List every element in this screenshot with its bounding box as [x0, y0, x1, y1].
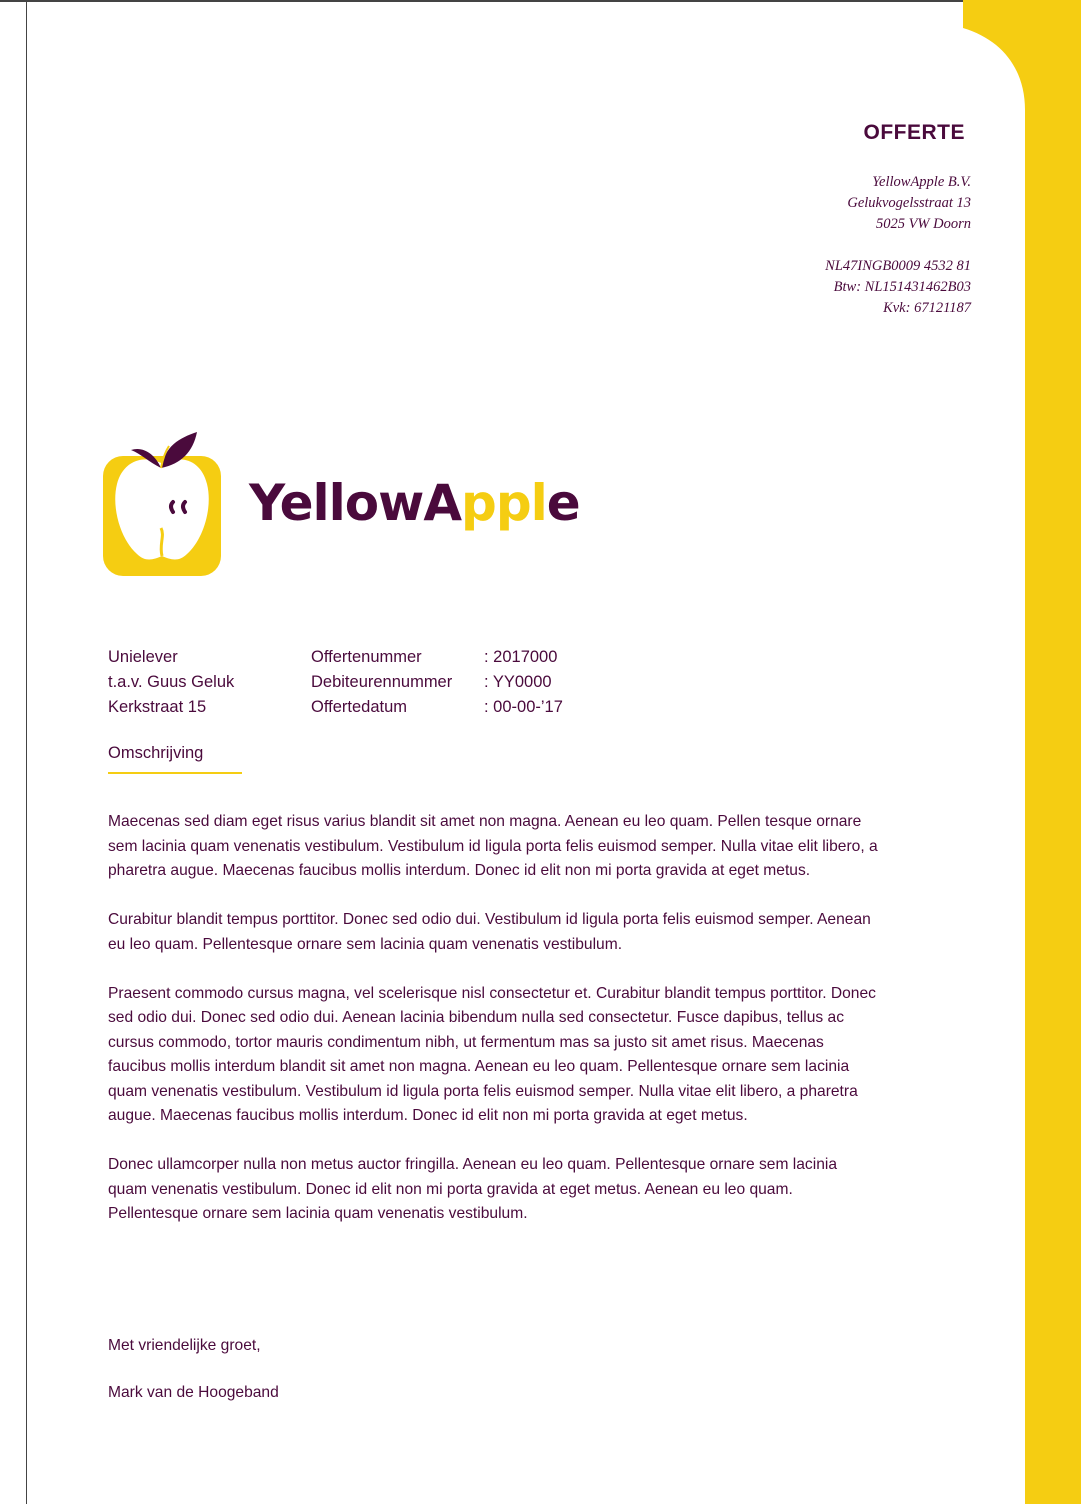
meta-label: Debiteurennummer [311, 673, 453, 691]
company-btw: Btw: NL151431462B03 [833, 279, 971, 295]
meta-value: : 2017000 [484, 648, 558, 666]
recipient-company: Unielever [108, 648, 178, 666]
section-heading: Omschrijving [108, 744, 204, 762]
brand-part-yellowa: YellowA [249, 474, 462, 532]
company-details: YellowApple B.V. Gelukvogelsstraat 13 50… [825, 172, 971, 319]
apple-logo-icon [103, 432, 221, 578]
document-title: OFFERTE [863, 121, 965, 144]
company-name: YellowApple B.V. [872, 174, 971, 190]
letter-page: OFFERTE YellowApple B.V. Gelukvogelsstra… [0, 0, 1081, 1504]
section-underline [108, 772, 242, 774]
meta-label: Offertedatum [311, 698, 407, 716]
meta-row: Offertenummer : 2017000 [311, 645, 563, 670]
meta-value: : 00-00-’17 [484, 698, 563, 716]
closing-line: Met vriendelijke groet, [108, 1337, 261, 1354]
quote-metadata: Offertenummer : 2017000 Debiteurennummer… [311, 645, 563, 720]
brand-wordmark: YellowApple [249, 478, 581, 528]
company-kvk: Kvk: 67121187 [883, 300, 971, 316]
signature-name: Mark van de Hoogeband [108, 1384, 279, 1401]
recipient-street: Kerkstraat 15 [108, 698, 207, 716]
page-border-left [26, 0, 27, 1504]
yellow-side-band [963, 0, 1081, 1504]
recipient-address: Unielever t.a.v. Guus Geluk Kerkstraat 1… [108, 645, 234, 720]
letter-body: Maecenas sed diam eget risus varius blan… [108, 810, 878, 1251]
meta-row: Offertedatum : 00-00-’17 [311, 695, 563, 720]
brand-part-e: e [546, 474, 581, 532]
recipient-attention: t.a.v. Guus Geluk [108, 673, 235, 691]
meta-value: : YY0000 [484, 673, 552, 691]
meta-row: Debiteurennummer : YY0000 [311, 670, 563, 695]
company-street: Gelukvogelsstraat 13 [847, 195, 971, 211]
body-paragraph: Maecenas sed diam eget risus varius blan… [108, 813, 878, 879]
body-paragraph: Praesent commodo cursus magna, vel scele… [108, 984, 876, 1125]
body-paragraph: Curabitur blandit tempus porttitor. Done… [108, 911, 871, 953]
company-postal-city: 5025 VW Doorn [875, 216, 971, 232]
brand-part-ppl: ppl [461, 474, 548, 532]
body-paragraph: Donec ullamcorper nulla non metus auctor… [108, 1156, 837, 1222]
company-iban: NL47INGB0009 4532 81 [825, 258, 971, 274]
meta-label: Offertenummer [311, 648, 422, 666]
page-border-top [0, 0, 965, 2]
